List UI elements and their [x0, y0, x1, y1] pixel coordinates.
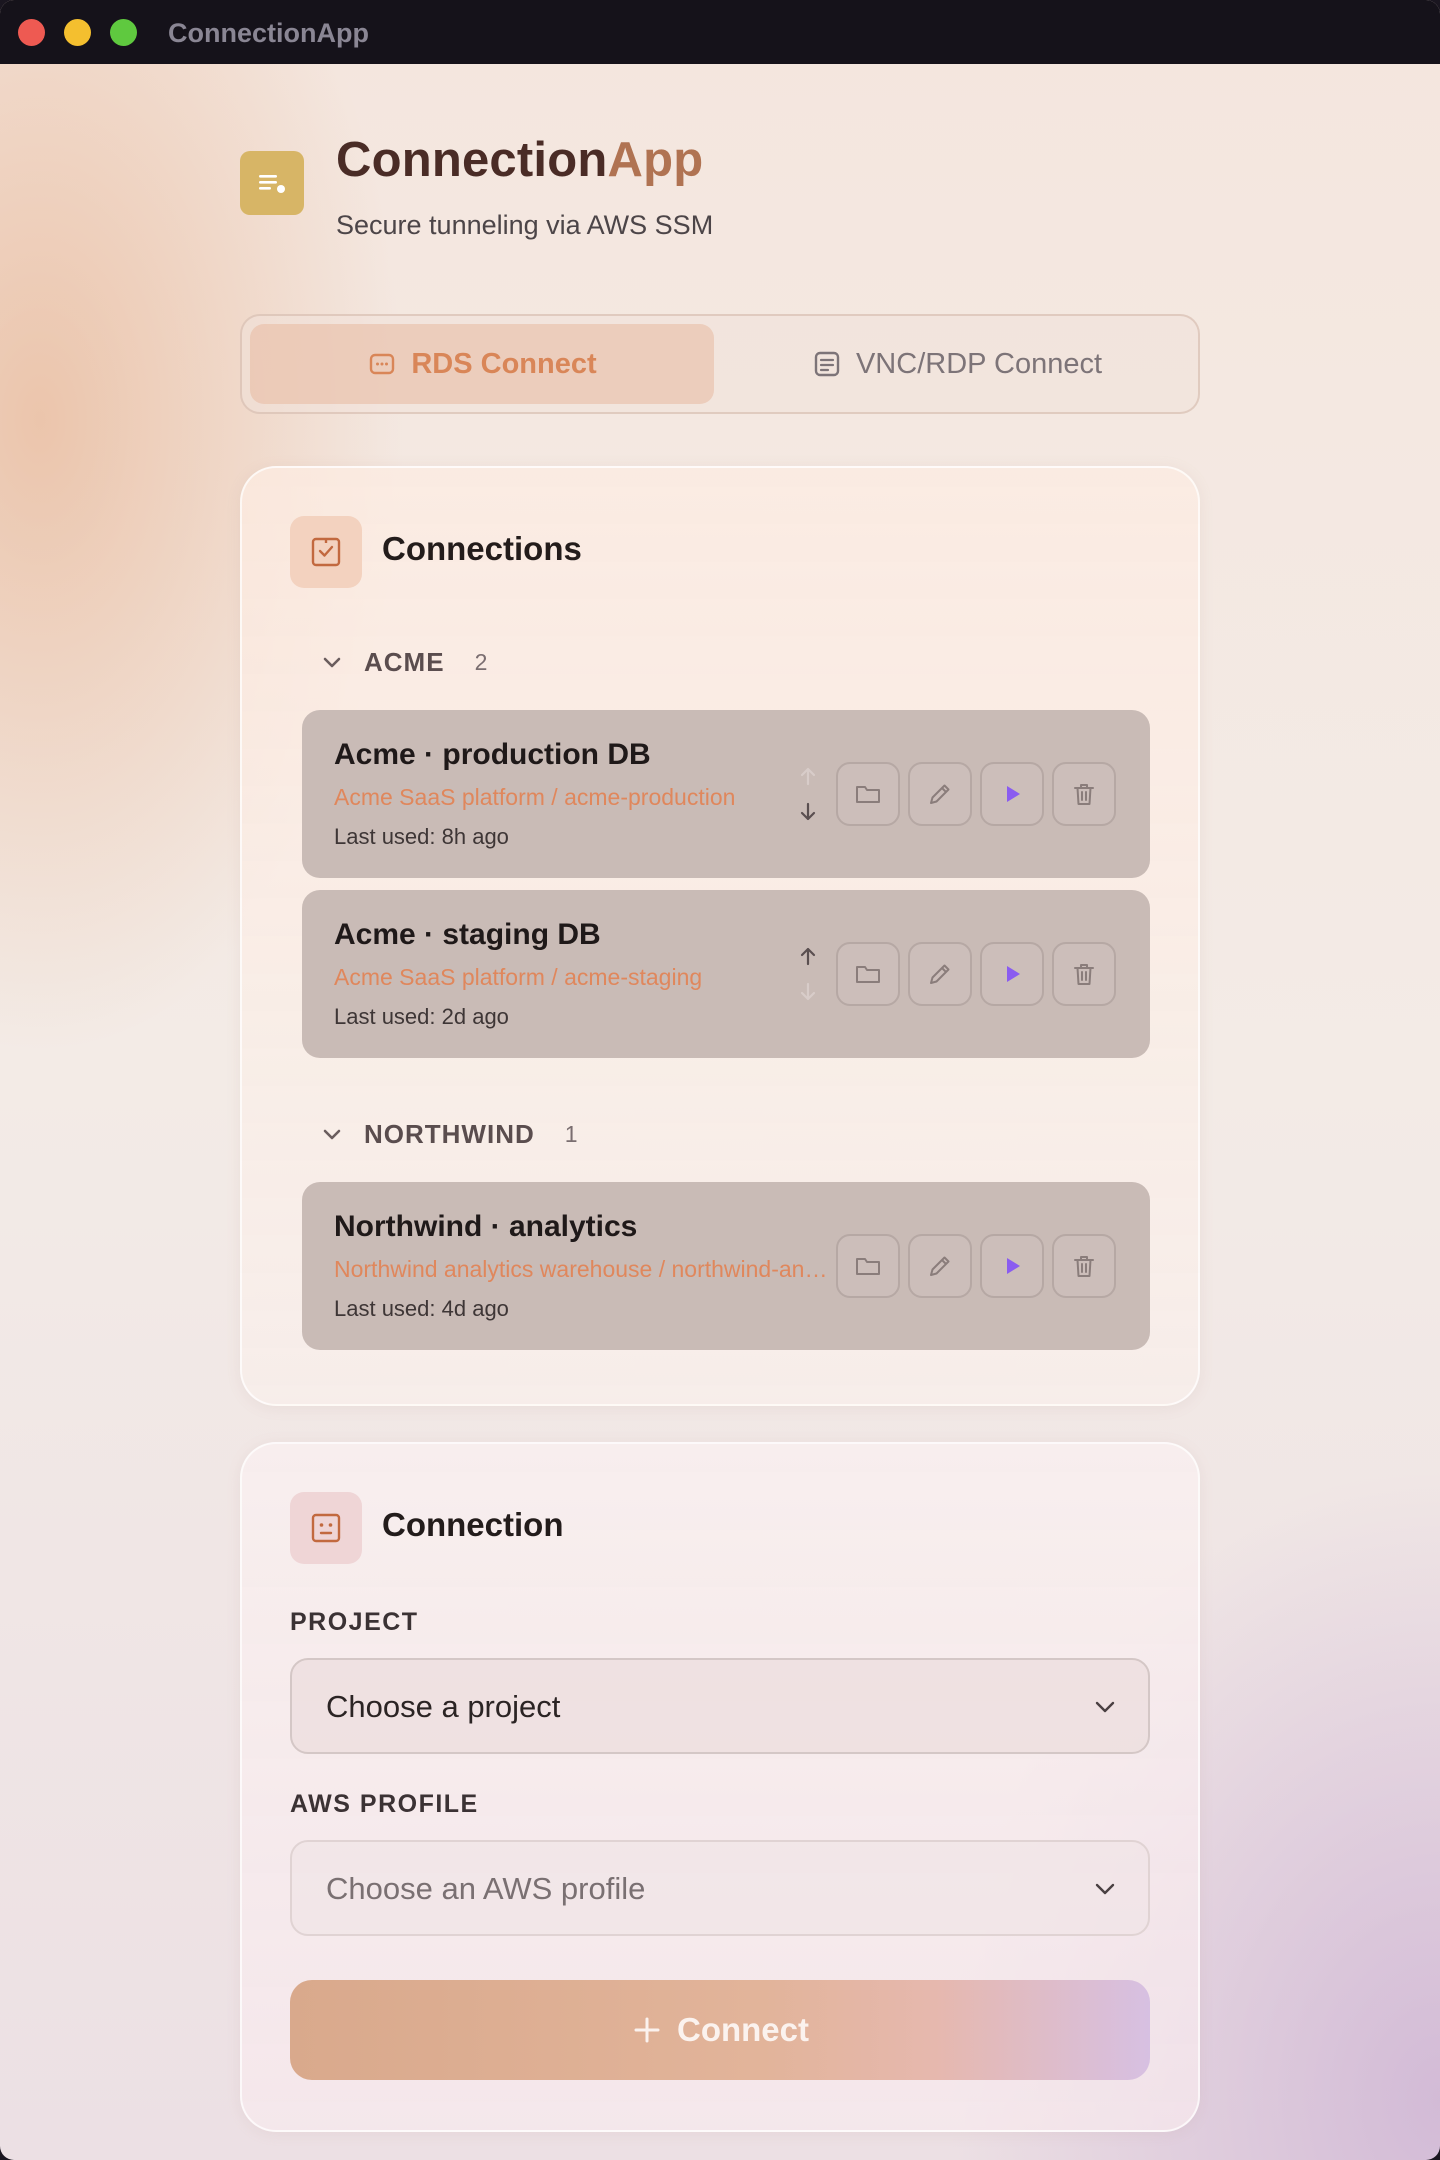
connect-play-button[interactable]: [980, 762, 1044, 826]
chevron-down-icon: [1095, 1701, 1115, 1713]
delete-button[interactable]: [1052, 762, 1116, 826]
connection-name: Northwind · analytics: [334, 1210, 638, 1243]
aws-profile-select-value: Choose an AWS profile: [326, 1871, 646, 1906]
connection-path: Acme SaaS platform / acme-production: [334, 784, 736, 810]
pencil-icon: [930, 784, 950, 804]
connect-button-label: Connect: [677, 2011, 809, 2048]
page-subtitle: Secure tunneling via AWS SSM: [336, 210, 714, 240]
tab-rds-connect[interactable]: RDS Connect: [250, 324, 714, 404]
chevron-down-icon: [323, 657, 341, 668]
pencil-icon: [930, 1256, 950, 1276]
connections-card-icon: [290, 516, 362, 588]
edit-button[interactable]: [908, 1234, 972, 1298]
group-header-northwind[interactable]: NORTHWIND 1: [320, 1116, 578, 1152]
project-select-value: Choose a project: [326, 1689, 561, 1724]
connections-title: Connections: [382, 530, 582, 567]
connect-play-button[interactable]: [980, 942, 1044, 1006]
title-main: Connection: [336, 133, 608, 187]
title-accent: App: [607, 133, 704, 187]
connection-card-icon: [290, 1492, 362, 1564]
minimize-window-button[interactable]: [64, 19, 91, 46]
aws-profile-label: AWS PROFILE: [290, 1790, 479, 1818]
menu-list-icon: [259, 175, 285, 193]
edit-button[interactable]: [908, 942, 972, 1006]
connections-card: Connections ACME 2 Acme · production DB …: [240, 466, 1200, 1406]
connection-path: Acme SaaS platform / acme-staging: [334, 964, 703, 990]
connection-path: Northwind analytics warehouse / northwin…: [334, 1256, 836, 1282]
move-up-icon[interactable]: [796, 944, 820, 968]
group-header-acme[interactable]: ACME 2: [320, 644, 487, 680]
open-folder-button[interactable]: [836, 1234, 900, 1298]
tab-label: RDS Connect: [411, 347, 597, 380]
edit-button[interactable]: [908, 762, 972, 826]
play-icon: [1007, 966, 1020, 982]
aws-profile-select[interactable]: Choose an AWS profile: [290, 1840, 1150, 1936]
screen-icon: [814, 351, 840, 377]
folder-icon: [856, 966, 880, 983]
trash-icon: [1074, 964, 1094, 985]
open-folder-button[interactable]: [836, 942, 900, 1006]
app-logo: [240, 151, 304, 215]
connection-card: Connection PROJECT Choose a project AWS …: [240, 1442, 1200, 2132]
connect-play-button[interactable]: [980, 1234, 1044, 1298]
plus-icon: [634, 2017, 660, 2043]
open-folder-button[interactable]: [836, 762, 900, 826]
tab-vnc-rdp-connect[interactable]: VNC/RDP Connect: [722, 324, 1192, 404]
connection-row[interactable]: Acme · production DB Acme SaaS platform …: [302, 710, 1150, 878]
reorder-controls: [796, 762, 820, 826]
chevron-down-icon: [1095, 1883, 1115, 1895]
connection-row[interactable]: Northwind · analytics Northwind analytic…: [302, 1182, 1150, 1350]
checkbox-check-icon: [311, 537, 341, 567]
group-name: NORTHWIND: [364, 1118, 535, 1149]
database-icon: [370, 353, 395, 375]
connection-name: Acme · staging DB: [334, 918, 601, 951]
move-down-icon[interactable]: [796, 800, 820, 824]
close-window-button[interactable]: [18, 19, 45, 46]
group-name: ACME: [364, 646, 445, 677]
folder-icon: [856, 786, 880, 803]
connection-last-used: Last used: 2d ago: [334, 1004, 509, 1029]
title-bar: ConnectionApp: [0, 0, 1440, 64]
app-window: ConnectionApp ConnectionApp Secure tunne…: [0, 0, 1440, 2160]
trash-icon: [1074, 1256, 1094, 1277]
move-down-icon[interactable]: [796, 980, 820, 1004]
connection-last-used: Last used: 4d ago: [334, 1296, 509, 1321]
connection-last-used: Last used: 8h ago: [334, 824, 509, 849]
move-up-icon[interactable]: [796, 764, 820, 788]
pencil-icon: [930, 964, 950, 984]
group-count: 1: [564, 1120, 578, 1147]
reorder-controls: [796, 942, 820, 1006]
folder-icon: [856, 1258, 880, 1275]
play-icon: [1007, 1258, 1020, 1274]
delete-button[interactable]: [1052, 1234, 1116, 1298]
robot-face-icon: [311, 1513, 341, 1543]
chevron-down-icon: [323, 1129, 341, 1140]
tab-label: VNC/RDP Connect: [855, 347, 1103, 380]
group-count: 2: [474, 648, 488, 675]
connection-title: Connection: [382, 1506, 564, 1543]
connection-row[interactable]: Acme · staging DB Acme SaaS platform / a…: [302, 890, 1150, 1058]
zoom-window-button[interactable]: [110, 19, 137, 46]
project-select[interactable]: Choose a project: [290, 1658, 1150, 1754]
connection-name: Acme · production DB: [334, 738, 651, 771]
page-title: ConnectionApp: [336, 132, 703, 188]
project-label: PROJECT: [290, 1608, 419, 1636]
play-icon: [1007, 786, 1020, 802]
delete-button[interactable]: [1052, 942, 1116, 1006]
trash-icon: [1074, 784, 1094, 805]
window-title: ConnectionApp: [168, 18, 369, 48]
mode-tabs: RDS Connect VNC/RDP Connect: [240, 314, 1200, 414]
connect-button[interactable]: Connect: [290, 1980, 1150, 2080]
